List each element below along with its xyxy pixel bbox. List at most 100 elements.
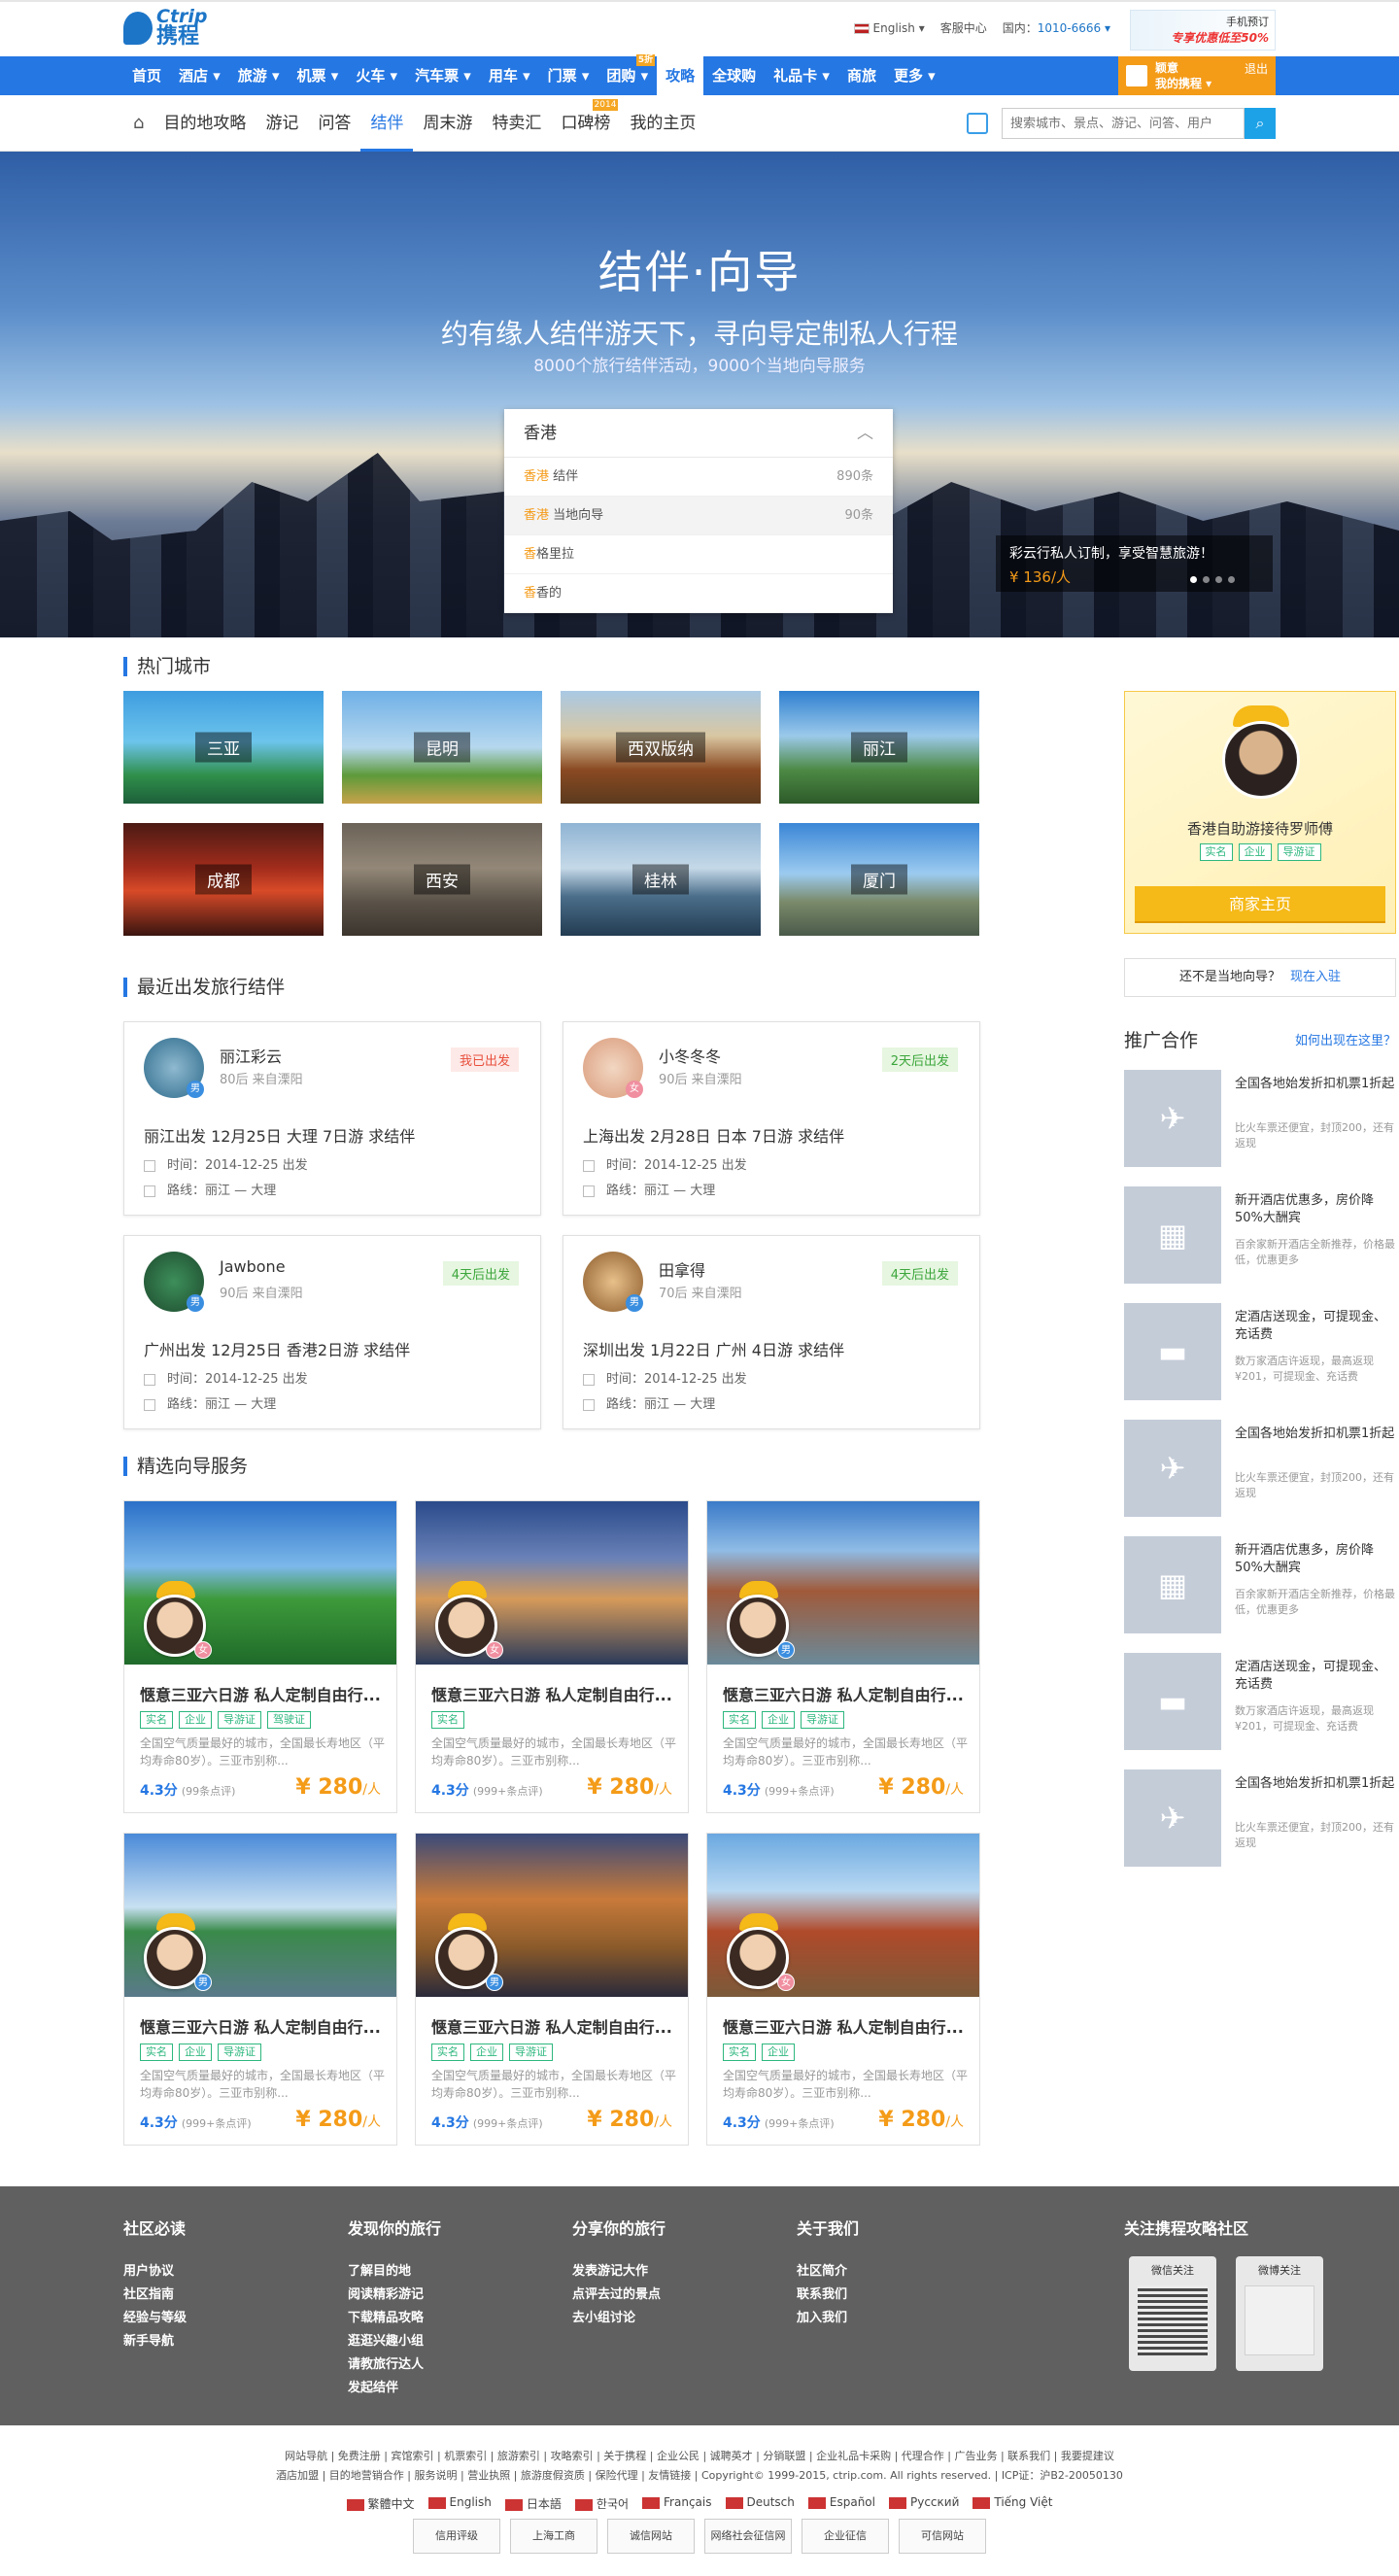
service-center-link[interactable]: 客服中心: [940, 19, 987, 36]
footer-link[interactable]: 社区指南: [123, 2284, 187, 2307]
language-link[interactable]: 日本語: [504, 2495, 562, 2512]
sub-nav-item[interactable]: 结伴: [360, 95, 414, 152]
footer-link[interactable]: 经验与等级: [123, 2307, 187, 2330]
main-nav-item[interactable]: 更多 ▾: [885, 56, 944, 95]
ad-headline[interactable]: 定酒店送现金，可提现金、充话费: [1235, 1659, 1396, 1694]
service-title[interactable]: 惬意三亚六日游 私人定制自由行...: [140, 2014, 385, 2038]
main-nav-item[interactable]: 旅游 ▾: [229, 56, 289, 95]
suggestion-row[interactable]: 香香的: [504, 574, 893, 613]
companion-card[interactable]: 男田拿得 70后 来自溧阳 4天后出发 深圳出发 1月22日 广州 4日游 求结伴 时间…: [563, 1235, 980, 1429]
main-nav-item[interactable]: 团购 ▾ 5折: [597, 54, 657, 95]
language-link[interactable]: English: [427, 2495, 492, 2512]
main-nav-item[interactable]: 酒店 ▾: [170, 56, 229, 95]
service-title[interactable]: 惬意三亚六日游 私人定制自由行...: [431, 1682, 676, 1705]
companion-card[interactable]: 男 Jawbone 90后 来自溧阳 4天后出发 广州出发 12月25日 香港2日游 求…: [123, 1235, 541, 1429]
service-title[interactable]: 惬意三亚六日游 私人定制自由行...: [723, 1682, 968, 1705]
ad-headline[interactable]: 定酒店送现金，可提现金、充话费: [1235, 1309, 1396, 1344]
language-link[interactable]: Tiếng Việt: [972, 2495, 1052, 2512]
language-link[interactable]: 繁體中文: [346, 2495, 415, 2512]
suggestion-row[interactable]: 香港 当地向导 90条: [504, 497, 893, 535]
service-card[interactable]: 女惬意三亚六日游 私人定制自由行... 实名 企业 导游证 驾驶证 全国空气质量最好的城市…: [123, 1500, 397, 1813]
write-post-icon[interactable]: [967, 113, 988, 134]
main-nav-item[interactable]: 全球购: [703, 56, 765, 95]
ad-headline[interactable]: 全国各地始发折扣机票1折起: [1235, 1425, 1396, 1443]
trip-title[interactable]: 广州出发 12月25日 香港2日游 求结伴: [144, 1337, 410, 1360]
sub-nav-item[interactable]: 目的地攻略: [154, 95, 256, 152]
city-tile[interactable]: 三亚: [123, 691, 324, 804]
trip-title[interactable]: 上海出发 2月28日 日本 7日游 求结伴: [583, 1123, 844, 1147]
ad-item[interactable]: ▬ 定酒店送现金，可提现金、充话费 数万家酒店许返现，最高返现¥201，可提现金、充…: [1124, 1653, 1396, 1750]
ad-item[interactable]: ✈ 全国各地始发折扣机票1折起 比火车票还便宜，封顶200，还有返现: [1124, 1769, 1396, 1867]
main-nav-item[interactable]: 商旅: [838, 56, 885, 95]
merchant-home-button[interactable]: 商家主页: [1135, 886, 1385, 923]
city-tile[interactable]: 西安: [342, 823, 542, 936]
main-nav-item[interactable]: 首页: [123, 56, 170, 95]
main-nav-item[interactable]: 机票 ▾: [289, 56, 348, 95]
home-icon[interactable]: ⌂: [123, 95, 154, 152]
service-title[interactable]: 惬意三亚六日游 私人定制自由行...: [723, 2014, 968, 2038]
trip-title[interactable]: 丽江出发 12月25日 大理 7日游 求结伴: [144, 1123, 415, 1147]
cert-badge[interactable]: 上海工商: [510, 2519, 597, 2554]
hero-promo[interactable]: 彩云行私人订制，享受智慧旅游！ ¥ 136/人: [996, 535, 1273, 592]
user-menu[interactable]: 颖意 我的携程 ▾ 退出: [1118, 56, 1276, 95]
cert-badge[interactable]: 企业征信: [802, 2519, 889, 2554]
ctrip-logo[interactable]: Ctrip 携程: [123, 8, 208, 48]
footer-link[interactable]: 下载精品攻略: [348, 2307, 441, 2330]
footer-link[interactable]: 请教旅行达人: [348, 2353, 441, 2377]
user-name[interactable]: Jawbone: [220, 1257, 286, 1276]
ads-howto-link[interactable]: 如何出现在这里？: [1295, 1030, 1396, 1048]
footer-link[interactable]: 去小组讨论: [572, 2307, 665, 2330]
service-card[interactable]: 男惬意三亚六日游 私人定制自由行... 实名 企业 导游证 全国空气质量最好的城市，全国…: [706, 1500, 980, 1813]
footer-link[interactable]: 社区简介: [797, 2260, 859, 2284]
city-tile[interactable]: 厦门: [779, 823, 979, 936]
footer-link[interactable]: 点评去过的景点: [572, 2284, 665, 2307]
sub-nav-item[interactable]: 游记: [256, 95, 308, 152]
user-name[interactable]: 小冬冬冬: [659, 1044, 721, 1067]
search-button[interactable]: ⌕: [1245, 108, 1276, 139]
footer-link[interactable]: 加入我们: [797, 2307, 859, 2330]
footer-link[interactable]: 逛逛兴趣小组: [348, 2330, 441, 2353]
companion-card[interactable]: 女小冬冬冬 90后 来自溧阳 2天后出发 上海出发 2月28日 日本 7日游 求结伴时…: [563, 1021, 980, 1216]
sub-nav-item[interactable]: 我的主页: [620, 95, 705, 152]
footer-link[interactable]: 用户协议: [123, 2260, 187, 2284]
service-card[interactable]: 男惬意三亚六日游 私人定制自由行... 实名 企业 导游证 全国空气质量最好的城市，全国…: [415, 1833, 689, 2146]
wechat-qr[interactable]: 微信关注: [1129, 2256, 1216, 2371]
user-name[interactable]: 丽江彩云: [220, 1044, 282, 1067]
main-nav-item[interactable]: 火车 ▾: [347, 56, 406, 95]
main-nav-item[interactable]: 礼品卡 ▾: [765, 56, 838, 95]
search-input[interactable]: [1002, 108, 1245, 139]
sub-nav-item[interactable]: 特卖汇: [482, 95, 551, 152]
service-card[interactable]: 女惬意三亚六日游 私人定制自由行... 实名 企业 全国空气质量最好的城市，全国最长寿…: [706, 1833, 980, 2146]
cert-badge[interactable]: 可信网站: [899, 2519, 986, 2554]
trip-title[interactable]: 深圳出发 1月22日 广州 4日游 求结伴: [583, 1337, 844, 1360]
language-link[interactable]: Deutsch: [725, 2495, 795, 2512]
service-card[interactable]: 女惬意三亚六日游 私人定制自由行... 实名 全国空气质量最好的城市，全国最长寿地区…: [415, 1500, 689, 1813]
footer-link[interactable]: 发起结伴: [348, 2377, 441, 2400]
language-link[interactable]: Español: [807, 2495, 875, 2512]
footer-link[interactable]: 新手导航: [123, 2330, 187, 2353]
language-link[interactable]: Русский: [888, 2495, 959, 2512]
ad-item[interactable]: ✈ 全国各地始发折扣机票1折起 比火车票还便宜，封顶200，还有返现: [1124, 1420, 1396, 1517]
mobile-app-ad[interactable]: 手机预订 专享优惠低至50%: [1130, 10, 1276, 51]
language-link[interactable]: 한국어: [574, 2495, 629, 2512]
language-switch[interactable]: English ▾: [853, 21, 925, 35]
footer-link[interactable]: 了解目的地: [348, 2260, 441, 2284]
main-nav-item[interactable]: 用车 ▾: [480, 56, 539, 95]
cert-badge[interactable]: 信用评级: [413, 2519, 500, 2554]
service-title[interactable]: 惬意三亚六日游 私人定制自由行...: [140, 1682, 385, 1705]
ad-headline[interactable]: 新开酒店优惠多，房价降50%大酬宾: [1235, 1192, 1396, 1227]
cert-badge[interactable]: 网络社会征信网: [704, 2519, 792, 2554]
ad-headline[interactable]: 全国各地始发折扣机票1折起: [1235, 1775, 1396, 1793]
ad-item[interactable]: ✈ 全国各地始发折扣机票1折起 比火车票还便宜，封顶200，还有返现: [1124, 1070, 1396, 1167]
footer-links-row1[interactable]: 网站导航 | 免费注册 | 宾馆索引 | 机票索引 | 旅游索引 | 攻略索引 …: [0, 2447, 1399, 2466]
city-tile[interactable]: 丽江: [779, 691, 979, 804]
sub-nav-item[interactable]: 口碑榜 2014: [551, 95, 620, 152]
main-nav-item[interactable]: 攻略: [657, 56, 704, 95]
my-ctrip-link[interactable]: 我的携程 ▾: [1155, 76, 1268, 91]
ad-item[interactable]: ▦ 新开酒店优惠多，房价降50%大酬宾 百余家新开酒店全新推荐，价格最低，优惠更多: [1124, 1536, 1396, 1633]
city-tile[interactable]: 成都: [123, 823, 324, 936]
cert-badge[interactable]: 诚信网站: [607, 2519, 695, 2554]
city-tile[interactable]: 西双版纳: [561, 691, 761, 804]
destination-input[interactable]: 香港 ︿: [504, 409, 893, 458]
service-card[interactable]: 男惬意三亚六日游 私人定制自由行... 实名 企业 导游证 全国空气质量最好的城市，全国…: [123, 1833, 397, 2146]
